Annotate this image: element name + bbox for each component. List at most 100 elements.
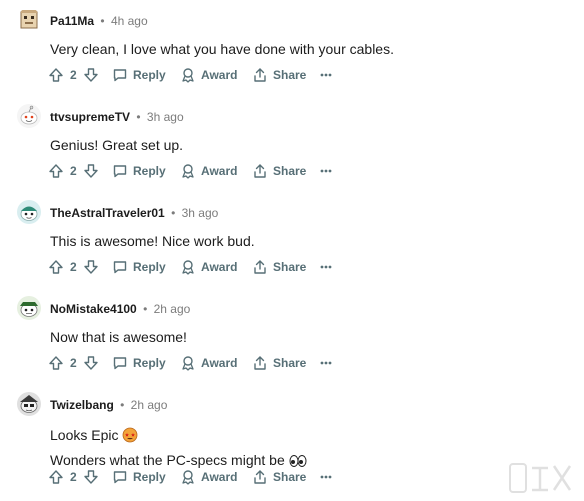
more-dots-icon bbox=[320, 475, 332, 479]
award-button[interactable]: Award bbox=[180, 258, 237, 276]
share-label: Share bbox=[273, 356, 307, 370]
timestamp[interactable]: 2h ago bbox=[131, 398, 168, 412]
award-button[interactable]: Award bbox=[180, 468, 237, 486]
meta-separator: • bbox=[143, 302, 148, 316]
award-ribbon-icon bbox=[182, 164, 194, 179]
avatar[interactable] bbox=[17, 200, 41, 224]
star-struck-emoji-icon bbox=[122, 427, 138, 447]
reply-label: Reply bbox=[133, 68, 166, 82]
username[interactable]: TheAstralTraveler01 bbox=[50, 206, 165, 220]
downvote-arrow-icon[interactable] bbox=[83, 163, 99, 179]
award-label: Award bbox=[201, 164, 238, 178]
comment-text: Wonders what the PC-specs might be bbox=[50, 452, 285, 468]
award-label: Award bbox=[201, 470, 238, 484]
more-dots-icon bbox=[320, 265, 332, 269]
meta-separator: • bbox=[171, 206, 176, 220]
share-button[interactable]: Share bbox=[252, 162, 306, 180]
comment-actions: 2 Reply Award Share bbox=[48, 258, 348, 276]
share-label: Share bbox=[273, 260, 307, 274]
share-label: Share bbox=[273, 164, 307, 178]
username[interactable]: Pa11Ma bbox=[50, 14, 94, 28]
reply-button[interactable]: Reply bbox=[112, 354, 166, 372]
avatar[interactable] bbox=[17, 8, 41, 32]
comment-body: This is awesome! Nice work bud. bbox=[50, 232, 255, 250]
comment-bubble-icon bbox=[113, 357, 127, 370]
downvote-arrow-icon[interactable] bbox=[83, 469, 99, 485]
more-options-button[interactable] bbox=[320, 258, 332, 276]
username[interactable]: ttvsupremeTV bbox=[50, 110, 130, 124]
upvote-arrow-icon[interactable] bbox=[48, 67, 64, 83]
comment-body: Very clean, I love what you have done wi… bbox=[50, 40, 394, 58]
comment-actions: 2 Reply Award Share bbox=[48, 66, 348, 84]
upvote-arrow-icon[interactable] bbox=[48, 259, 64, 275]
vote-count: 2 bbox=[70, 164, 77, 178]
timestamp[interactable]: 3h ago bbox=[182, 206, 219, 220]
reply-label: Reply bbox=[133, 356, 166, 370]
share-button[interactable]: Share bbox=[252, 258, 306, 276]
comment-line: Looks Epic bbox=[50, 426, 307, 447]
vote-count: 2 bbox=[70, 260, 77, 274]
downvote-arrow-icon[interactable] bbox=[83, 259, 99, 275]
vote-group: 2 bbox=[48, 258, 99, 276]
reply-button[interactable]: Reply bbox=[112, 162, 166, 180]
comment-meta: Twizelbang • 2h ago bbox=[50, 398, 167, 412]
award-label: Award bbox=[201, 68, 238, 82]
avatar[interactable] bbox=[17, 104, 41, 128]
award-button[interactable]: Award bbox=[180, 354, 237, 372]
reply-label: Reply bbox=[133, 164, 166, 178]
share-upload-icon bbox=[254, 260, 266, 274]
comment-text: Now that is awesome! bbox=[50, 329, 187, 345]
username[interactable]: NoMistake4100 bbox=[50, 302, 137, 316]
vote-group: 2 bbox=[48, 66, 99, 84]
comment-meta: ttvsupremeTV • 3h ago bbox=[50, 110, 184, 124]
more-options-button[interactable] bbox=[320, 468, 332, 486]
share-button[interactable]: Share bbox=[252, 66, 306, 84]
reply-button[interactable]: Reply bbox=[112, 258, 166, 276]
more-dots-icon bbox=[320, 73, 332, 77]
upvote-arrow-icon[interactable] bbox=[48, 163, 64, 179]
upvote-arrow-icon[interactable] bbox=[48, 469, 64, 485]
timestamp[interactable]: 3h ago bbox=[147, 110, 184, 124]
more-options-button[interactable] bbox=[320, 66, 332, 84]
more-options-button[interactable] bbox=[320, 162, 332, 180]
share-label: Share bbox=[273, 470, 307, 484]
reply-button[interactable]: Reply bbox=[112, 66, 166, 84]
downvote-arrow-icon[interactable] bbox=[83, 67, 99, 83]
more-dots-icon bbox=[320, 169, 332, 173]
vote-count: 2 bbox=[70, 356, 77, 370]
vote-group: 2 bbox=[48, 354, 99, 372]
timestamp[interactable]: 2h ago bbox=[154, 302, 191, 316]
meta-separator: • bbox=[120, 398, 125, 412]
share-upload-icon bbox=[254, 164, 266, 178]
award-button[interactable]: Award bbox=[180, 162, 237, 180]
award-label: Award bbox=[201, 260, 238, 274]
comment-body: Genius! Great set up. bbox=[50, 136, 183, 154]
avatar[interactable] bbox=[17, 296, 41, 320]
comment-body: Now that is awesome! bbox=[50, 328, 187, 346]
share-button[interactable]: Share bbox=[252, 354, 306, 372]
comment-meta: NoMistake4100 • 2h ago bbox=[50, 302, 190, 316]
comment-meta: TheAstralTraveler01 • 3h ago bbox=[50, 206, 218, 220]
avatar[interactable] bbox=[17, 392, 41, 416]
comment-body: Looks Epic Wonders what the PC-specs mig… bbox=[50, 426, 307, 472]
meta-separator: • bbox=[136, 110, 141, 124]
downvote-arrow-icon[interactable] bbox=[83, 355, 99, 371]
award-label: Award bbox=[201, 356, 238, 370]
comment-actions: 2 Reply Award Share bbox=[48, 468, 348, 486]
comment-bubble-icon bbox=[113, 471, 127, 484]
username[interactable]: Twizelbang bbox=[50, 398, 114, 412]
reply-label: Reply bbox=[133, 470, 166, 484]
more-options-button[interactable] bbox=[320, 354, 332, 372]
share-button[interactable]: Share bbox=[252, 468, 306, 486]
timestamp[interactable]: 4h ago bbox=[111, 14, 148, 28]
meta-separator: • bbox=[100, 14, 105, 28]
vote-group: 2 bbox=[48, 162, 99, 180]
comment-text: Very clean, I love what you have done wi… bbox=[50, 41, 394, 57]
vote-count: 2 bbox=[70, 470, 77, 484]
share-upload-icon bbox=[254, 68, 266, 82]
comment-bubble-icon bbox=[113, 165, 127, 178]
upvote-arrow-icon[interactable] bbox=[48, 355, 64, 371]
comment-bubble-icon bbox=[113, 69, 127, 82]
reply-button[interactable]: Reply bbox=[112, 468, 166, 486]
award-button[interactable]: Award bbox=[180, 66, 237, 84]
